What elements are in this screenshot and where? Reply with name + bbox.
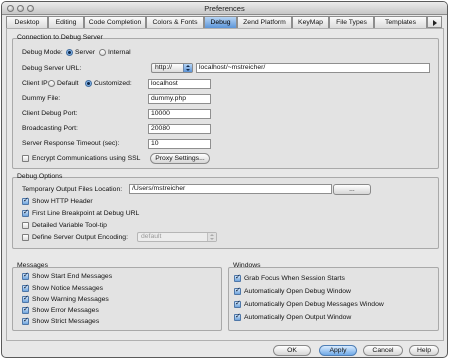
windows-item-checkbox[interactable] (234, 312, 241, 321)
client-port-field[interactable]: 10000 (148, 109, 211, 119)
debug-mode-label: Debug Mode: (22, 49, 63, 56)
encrypt-ssl-checkbox[interactable] (22, 155, 29, 162)
debug-settings-panel: Connection to Debug Server Debug Mode: S… (6, 28, 444, 341)
debug-mode-server-label: Server (75, 49, 96, 56)
windows-item-label: Grab Focus When Session Starts (244, 275, 345, 282)
dummy-file-label: Dummy File: (22, 95, 61, 102)
protocol-value: http:// (155, 64, 173, 71)
preferences-window: Preferences Desktop Editing Code Complet… (1, 1, 448, 358)
windows-item-checkbox[interactable] (234, 286, 241, 295)
tab-editing[interactable]: Editing (48, 16, 84, 28)
windows-item-label: Automatically Open Debug Messages Window (244, 301, 384, 308)
client-ip-customized-radio[interactable] (85, 80, 92, 87)
client-ip-default-radio[interactable] (48, 80, 55, 87)
client-port-label: Client Debug Port: (22, 110, 78, 117)
browse-button[interactable]: ... (333, 184, 371, 195)
tab-desktop[interactable]: Desktop (6, 16, 48, 28)
stepper-arrows-icon (207, 233, 216, 241)
broadcast-port-field[interactable]: 20080 (148, 124, 211, 134)
windows-item-label: Automatically Open Debug Window (244, 288, 351, 295)
proxy-settings-button[interactable]: Proxy Settings... (150, 153, 210, 164)
show-http-header-checkbox[interactable] (22, 196, 29, 205)
connection-group (12, 38, 439, 169)
timeout-label: Server Response Timeout (sec): (22, 140, 120, 147)
messages-item-label: Show Strict Messages (32, 318, 100, 325)
windows-item-checkbox[interactable] (234, 273, 241, 282)
server-url-label: Debug Server URL: (22, 65, 82, 72)
debug-mode-internal-label: Internal (108, 49, 131, 56)
dummy-file-field[interactable]: dummy.php (148, 94, 211, 104)
debug-mode-internal-radio[interactable] (99, 49, 106, 56)
cancel-button[interactable]: Cancel (363, 345, 403, 356)
messages-item-checkbox[interactable] (22, 294, 29, 303)
tab-zend-platform[interactable]: Zend Platform (237, 16, 292, 28)
first-line-breakpoint-label: First Line Breakpoint at Debug URL (32, 210, 140, 217)
tab-code-completion[interactable]: Code Completion (84, 16, 146, 28)
debug-mode-server-radio[interactable] (66, 49, 73, 56)
messages-item-label: Show Notice Messages (32, 285, 104, 292)
debug-options-title: Debug Options (17, 173, 63, 180)
define-encoding-checkbox[interactable] (22, 234, 29, 241)
protocol-select[interactable]: http:// (151, 63, 193, 73)
client-ip-customized-label: Customized: (94, 80, 132, 87)
encoding-value: default (141, 233, 162, 240)
messages-item-checkbox[interactable] (22, 316, 29, 325)
timeout-field[interactable]: 10 (148, 139, 211, 149)
title-bar: Preferences (2, 2, 447, 15)
detailed-tooltip-checkbox[interactable] (22, 222, 29, 229)
messages-item-checkbox[interactable] (22, 271, 29, 280)
connection-group-title: Connection to Debug Server (17, 34, 103, 41)
define-encoding-label: Define Server Output Encoding: (32, 234, 128, 241)
windows-title: Windows (233, 262, 261, 269)
messages-item-label: Show Start End Messages (32, 273, 113, 280)
window-title: Preferences (204, 4, 245, 13)
help-button[interactable]: Help (409, 345, 439, 356)
apply-button[interactable]: Apply (319, 345, 357, 356)
client-ip-field[interactable]: localhost (148, 79, 211, 89)
tabs-overflow-arrow-icon[interactable] (427, 16, 442, 28)
first-line-breakpoint-checkbox[interactable] (22, 208, 29, 217)
tab-keymap[interactable]: KeyMap (292, 16, 329, 28)
client-ip-label: Client IP: (22, 80, 50, 87)
messages-item-label: Show Error Messages (32, 307, 99, 314)
messages-title: Messages (17, 262, 48, 269)
temp-dir-label: Temporary Output Files Location: (22, 186, 123, 193)
tab-bar: Desktop Editing Code Completion Colors &… (6, 16, 444, 28)
tab-colors-fonts[interactable]: Colors & Fonts (146, 16, 204, 28)
detailed-tooltip-label: Detailed Variable Tool-tip (32, 222, 107, 229)
messages-item-checkbox[interactable] (22, 305, 29, 314)
stepper-arrows-icon (183, 64, 192, 72)
windows-item-checkbox[interactable] (234, 299, 241, 308)
server-url-field[interactable]: localhost/~mstreicher/ (196, 63, 430, 73)
ok-button[interactable]: OK (273, 345, 311, 356)
encoding-select[interactable]: default (137, 232, 217, 242)
tab-debug[interactable]: Debug (204, 16, 237, 28)
show-http-header-label: Show HTTP Header (32, 198, 93, 205)
windows-item-label: Automatically Open Output Window (244, 314, 352, 321)
client-ip-default-label: Default (57, 80, 79, 87)
broadcast-port-label: Broadcasting Port: (22, 125, 78, 132)
encrypt-ssl-label: Encrypt Communications using SSL (32, 155, 141, 162)
tab-file-types[interactable]: File Types (329, 16, 374, 28)
messages-item-checkbox[interactable] (22, 283, 29, 292)
messages-item-label: Show Warning Messages (32, 296, 109, 303)
temp-dir-field[interactable]: /Users/mstreicher (129, 184, 332, 194)
tab-templates[interactable]: Templates (374, 16, 427, 28)
